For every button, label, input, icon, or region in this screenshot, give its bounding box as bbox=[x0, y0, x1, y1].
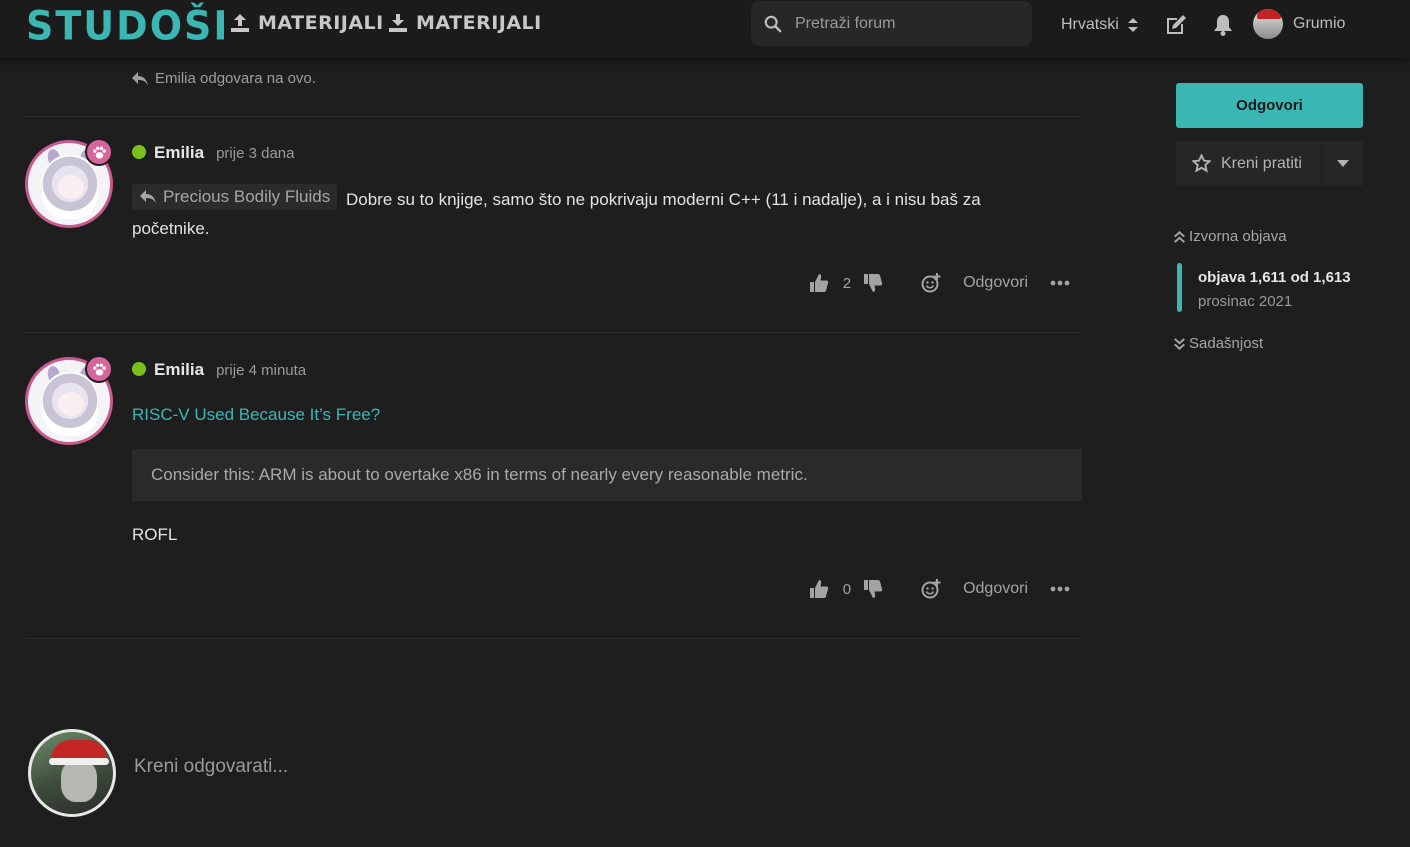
reply-arrow-icon bbox=[140, 190, 156, 204]
post-header: Emilia prije 3 dana bbox=[132, 143, 295, 163]
upvote-icon[interactable] bbox=[809, 273, 829, 293]
more-options-icon[interactable] bbox=[1050, 579, 1070, 599]
downvote-icon[interactable] bbox=[863, 579, 883, 599]
search-box[interactable] bbox=[751, 1, 1032, 46]
online-indicator bbox=[132, 362, 146, 376]
more-options-icon[interactable] bbox=[1050, 273, 1070, 293]
follow-dropdown-button[interactable] bbox=[1322, 141, 1363, 186]
reply-button[interactable]: Odgovori bbox=[963, 274, 1028, 292]
post-time[interactable]: prije 4 minuta bbox=[216, 362, 306, 379]
timeline-original-label: Izvorna objava bbox=[1189, 228, 1287, 245]
timeline-date: prosinac 2021 bbox=[1198, 293, 1293, 310]
post-divider bbox=[25, 332, 1082, 333]
reply-topic-button[interactable]: Odgovori bbox=[1176, 83, 1363, 128]
upload-icon bbox=[231, 14, 249, 32]
bell-icon bbox=[1214, 15, 1232, 36]
nav-upload-label: MATERIJALI bbox=[258, 12, 384, 34]
add-reaction-icon[interactable] bbox=[921, 579, 941, 599]
post-actions: 0 Odgovori bbox=[809, 579, 1070, 599]
post: Emilia prije 3 dana Precious Bodily Flui… bbox=[25, 138, 1082, 310]
reply-composer-input[interactable]: Kreni odgovarati... bbox=[134, 756, 288, 778]
current-user-avatar bbox=[28, 729, 116, 817]
nav-download-materials[interactable]: MATERIJALI bbox=[388, 12, 542, 34]
search-input[interactable] bbox=[793, 13, 1013, 34]
username: Grumio bbox=[1293, 15, 1346, 32]
post-content: Precious Bodily Fluids Dobre su to knjig… bbox=[132, 184, 981, 243]
post-actions: 2 Odgovori bbox=[809, 273, 1070, 293]
downvote-icon[interactable] bbox=[863, 273, 883, 293]
reply-notice[interactable]: Emilia odgovara na ovo. bbox=[131, 70, 316, 87]
link-preview-title[interactable]: RISC-V Used Because It’s Free? bbox=[132, 405, 380, 425]
vote-count: 0 bbox=[842, 580, 852, 598]
edit-icon bbox=[1167, 15, 1186, 34]
caret-down-icon bbox=[1336, 159, 1349, 167]
paw-icon bbox=[92, 363, 106, 375]
timeline-present[interactable]: Sadašnjost bbox=[1174, 335, 1263, 352]
follow-control: Kreni pratiti bbox=[1176, 141, 1363, 186]
post-header: Emilia prije 4 minuta bbox=[132, 360, 306, 380]
paw-icon bbox=[92, 146, 106, 158]
post-author[interactable]: Emilia bbox=[154, 360, 204, 380]
post-time[interactable]: prije 3 dana bbox=[216, 145, 294, 162]
reply-button[interactable]: Odgovori bbox=[963, 580, 1028, 598]
double-chevron-up-icon bbox=[1174, 230, 1185, 243]
group-badge bbox=[85, 355, 113, 383]
site-logo[interactable]: STUDOŠI bbox=[26, 3, 230, 49]
upvote-icon[interactable] bbox=[809, 579, 829, 599]
post-text-continued: početnike. bbox=[132, 219, 210, 238]
post-text: ROFL bbox=[132, 525, 178, 544]
language-label: Hrvatski bbox=[1061, 16, 1119, 33]
add-reaction-icon[interactable] bbox=[921, 273, 941, 293]
nav-download-label: MATERIJALI bbox=[416, 12, 542, 34]
site-header: STUDOŠI MATERIJALI MATERIJALI Hrvatski G… bbox=[0, 0, 1410, 58]
language-select[interactable]: Hrvatski bbox=[1061, 16, 1139, 34]
compose-button[interactable] bbox=[1164, 13, 1188, 37]
user-avatar bbox=[1253, 9, 1283, 39]
timeline-position: objava 1,611 od 1,613 bbox=[1198, 269, 1351, 286]
post-divider bbox=[25, 638, 1082, 639]
sort-caret-icon bbox=[1127, 18, 1138, 32]
double-chevron-down-icon bbox=[1174, 337, 1185, 350]
vote-count: 2 bbox=[842, 274, 852, 292]
blockquote: Consider this: ARM is about to overtake … bbox=[132, 449, 1082, 501]
post-author[interactable]: Emilia bbox=[154, 143, 204, 163]
post-text: Dobre su to knjige, samo što ne pokrivaj… bbox=[345, 190, 981, 209]
timeline-original-post[interactable]: Izvorna objava bbox=[1174, 228, 1287, 245]
reply-to-chip[interactable]: Precious Bodily Fluids bbox=[132, 184, 338, 210]
reply-to-name: Precious Bodily Fluids bbox=[163, 187, 331, 206]
notifications-button[interactable] bbox=[1211, 13, 1235, 37]
reply-notice-text: Emilia odgovara na ovo. bbox=[155, 70, 316, 87]
online-indicator bbox=[132, 145, 146, 159]
nav-upload-materials[interactable]: MATERIJALI bbox=[230, 12, 384, 34]
timeline-scroll-handle[interactable] bbox=[1177, 263, 1182, 312]
follow-label: Kreni pratiti bbox=[1221, 154, 1302, 172]
group-badge bbox=[85, 138, 113, 166]
star-icon bbox=[1192, 154, 1211, 173]
search-icon bbox=[764, 15, 782, 32]
reply-arrow-icon bbox=[132, 71, 148, 86]
user-menu[interactable]: Grumio bbox=[1253, 9, 1345, 39]
download-icon bbox=[389, 14, 407, 32]
follow-button[interactable]: Kreni pratiti bbox=[1176, 141, 1321, 186]
timeline-present-label: Sadašnjost bbox=[1189, 335, 1264, 352]
post-divider bbox=[25, 116, 1082, 117]
post: Emilia prije 4 minuta RISC-V Used Becaus… bbox=[25, 355, 1082, 617]
